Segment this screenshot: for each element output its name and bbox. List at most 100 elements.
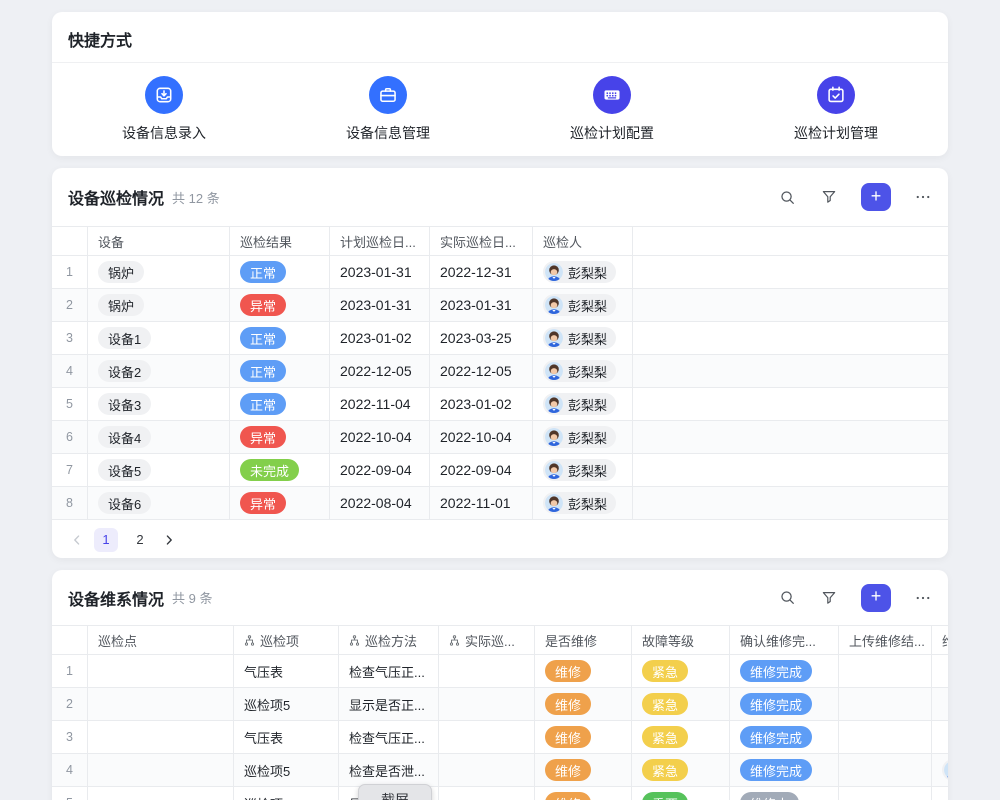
- cell-device[interactable]: 设备4: [88, 421, 230, 453]
- table-row[interactable]: 4巡检项5检查是否泄...维修紧急维修完成彭梨梨: [52, 754, 948, 787]
- cell-inspector[interactable]: 彭梨梨: [533, 388, 633, 420]
- cell-actual-date[interactable]: 2022-12-05: [430, 355, 533, 387]
- cell-device[interactable]: 设备5: [88, 454, 230, 486]
- cell-item[interactable]: 巡检项5: [234, 754, 339, 786]
- cell-repair[interactable]: 维修: [535, 655, 632, 687]
- column-header[interactable]: 是否维修: [535, 626, 632, 654]
- cell-fault-level[interactable]: 重要: [632, 787, 730, 800]
- cell-item[interactable]: 巡检项5: [234, 787, 339, 800]
- cell-actual-date[interactable]: 2022-09-04: [430, 454, 533, 486]
- cell-upload[interactable]: [839, 787, 932, 800]
- column-header[interactable]: 确认维修完...: [730, 626, 839, 654]
- cell-device[interactable]: 锅炉: [88, 289, 230, 321]
- cell-fault-level[interactable]: 紧急: [632, 754, 730, 786]
- cell-point[interactable]: [88, 655, 234, 687]
- cell-point[interactable]: [88, 787, 234, 800]
- shortcut-item[interactable]: 设备信息录入: [52, 76, 276, 143]
- column-header[interactable]: 维修人: [932, 626, 948, 654]
- cell-point[interactable]: [88, 721, 234, 753]
- cell-planned-date[interactable]: 2022-12-05: [330, 355, 430, 387]
- table-row[interactable]: 2巡检项5显示是否正...维修紧急维修完成: [52, 688, 948, 721]
- table-row[interactable]: 1气压表检查气压正...维修紧急维修完成: [52, 655, 948, 688]
- table-row[interactable]: 8设备6异常2022-08-042022-11-01彭梨梨: [52, 487, 948, 520]
- more-icon[interactable]: [914, 188, 932, 206]
- shortcut-item[interactable]: 设备信息管理: [276, 76, 500, 143]
- cell-method[interactable]: 检查是否泄...: [339, 754, 439, 786]
- cell-repair[interactable]: 维修: [535, 787, 632, 800]
- cell-item[interactable]: 气压表: [234, 721, 339, 753]
- cell-fault-level[interactable]: 紧急: [632, 721, 730, 753]
- cell-planned-date[interactable]: 2023-01-31: [330, 289, 430, 321]
- cell-inspector[interactable]: 彭梨梨: [533, 289, 633, 321]
- cell-device[interactable]: 设备1: [88, 322, 230, 354]
- table-row[interactable]: 3设备1正常2023-01-022023-03-25彭梨梨: [52, 322, 948, 355]
- add-record-button[interactable]: +: [861, 183, 891, 211]
- cell-actual[interactable]: [439, 787, 535, 800]
- cell-result[interactable]: 未完成: [230, 454, 330, 486]
- cell-worker[interactable]: [932, 787, 948, 800]
- cell-method[interactable]: 检查气压正...: [339, 655, 439, 687]
- cell-inspector[interactable]: 彭梨梨: [533, 355, 633, 387]
- cell-worker[interactable]: [932, 721, 948, 753]
- cell-inspector[interactable]: 彭梨梨: [533, 454, 633, 486]
- cell-actual[interactable]: [439, 754, 535, 786]
- cell-item[interactable]: 巡检项5: [234, 688, 339, 720]
- shortcut-item[interactable]: 巡检计划管理: [724, 76, 948, 143]
- table-row[interactable]: 5巡检项5显示是否正...维修重要维修中: [52, 787, 948, 800]
- filter-icon[interactable]: [820, 589, 838, 607]
- cell-actual[interactable]: [439, 721, 535, 753]
- search-icon[interactable]: [778, 588, 797, 607]
- cell-result[interactable]: 正常: [230, 355, 330, 387]
- page-button-1[interactable]: 1: [94, 528, 118, 552]
- table-row[interactable]: 2锅炉异常2023-01-312023-01-31彭梨梨: [52, 289, 948, 322]
- shortcut-item[interactable]: 巡检计划配置: [500, 76, 724, 143]
- cell-actual-date[interactable]: 2023-01-02: [430, 388, 533, 420]
- screenshot-overlay[interactable]: 截屏: [358, 784, 432, 800]
- cell-planned-date[interactable]: 2023-01-31: [330, 256, 430, 288]
- cell-planned-date[interactable]: 2023-01-02: [330, 322, 430, 354]
- next-page-button[interactable]: [162, 533, 176, 547]
- cell-result[interactable]: 正常: [230, 322, 330, 354]
- cell-worker[interactable]: 彭梨梨: [932, 754, 948, 786]
- cell-actual[interactable]: [439, 688, 535, 720]
- cell-fault-level[interactable]: 紧急: [632, 655, 730, 687]
- cell-repair[interactable]: 维修: [535, 754, 632, 786]
- column-header[interactable]: 实际巡...: [439, 626, 535, 654]
- table-row[interactable]: 7设备5未完成2022-09-042022-09-04彭梨梨: [52, 454, 948, 487]
- cell-actual-date[interactable]: 2023-03-25: [430, 322, 533, 354]
- cell-worker[interactable]: [932, 688, 948, 720]
- column-header[interactable]: 故障等级: [632, 626, 730, 654]
- cell-result[interactable]: 正常: [230, 388, 330, 420]
- cell-method[interactable]: 显示是否正...: [339, 688, 439, 720]
- filter-icon[interactable]: [820, 188, 838, 206]
- cell-upload[interactable]: [839, 655, 932, 687]
- column-header[interactable]: 巡检人: [533, 227, 633, 255]
- cell-planned-date[interactable]: 2022-09-04: [330, 454, 430, 486]
- cell-confirm[interactable]: 维修中: [730, 787, 839, 800]
- column-header[interactable]: 计划巡检日...: [330, 227, 430, 255]
- column-header[interactable]: 设备: [88, 227, 230, 255]
- cell-item[interactable]: 气压表: [234, 655, 339, 687]
- cell-actual-date[interactable]: 2022-12-31: [430, 256, 533, 288]
- column-header[interactable]: 巡检项: [234, 626, 339, 654]
- cell-method[interactable]: 检查气压正...: [339, 721, 439, 753]
- cell-actual-date[interactable]: 2023-01-31: [430, 289, 533, 321]
- cell-confirm[interactable]: 维修完成: [730, 754, 839, 786]
- cell-upload[interactable]: [839, 754, 932, 786]
- table-row[interactable]: 3气压表检查气压正...维修紧急维修完成: [52, 721, 948, 754]
- cell-point[interactable]: [88, 754, 234, 786]
- cell-point[interactable]: [88, 688, 234, 720]
- cell-result[interactable]: 异常: [230, 421, 330, 453]
- cell-repair[interactable]: 维修: [535, 688, 632, 720]
- cell-worker[interactable]: [932, 655, 948, 687]
- cell-planned-date[interactable]: 2022-08-04: [330, 487, 430, 519]
- more-icon[interactable]: [914, 589, 932, 607]
- page-button-2[interactable]: 2: [128, 528, 152, 552]
- table-row[interactable]: 4设备2正常2022-12-052022-12-05彭梨梨: [52, 355, 948, 388]
- cell-result[interactable]: 异常: [230, 487, 330, 519]
- table-row[interactable]: 6设备4异常2022-10-042022-10-04彭梨梨: [52, 421, 948, 454]
- column-header[interactable]: 巡检方法: [339, 626, 439, 654]
- cell-actual[interactable]: [439, 655, 535, 687]
- cell-fault-level[interactable]: 紧急: [632, 688, 730, 720]
- search-icon[interactable]: [778, 188, 797, 207]
